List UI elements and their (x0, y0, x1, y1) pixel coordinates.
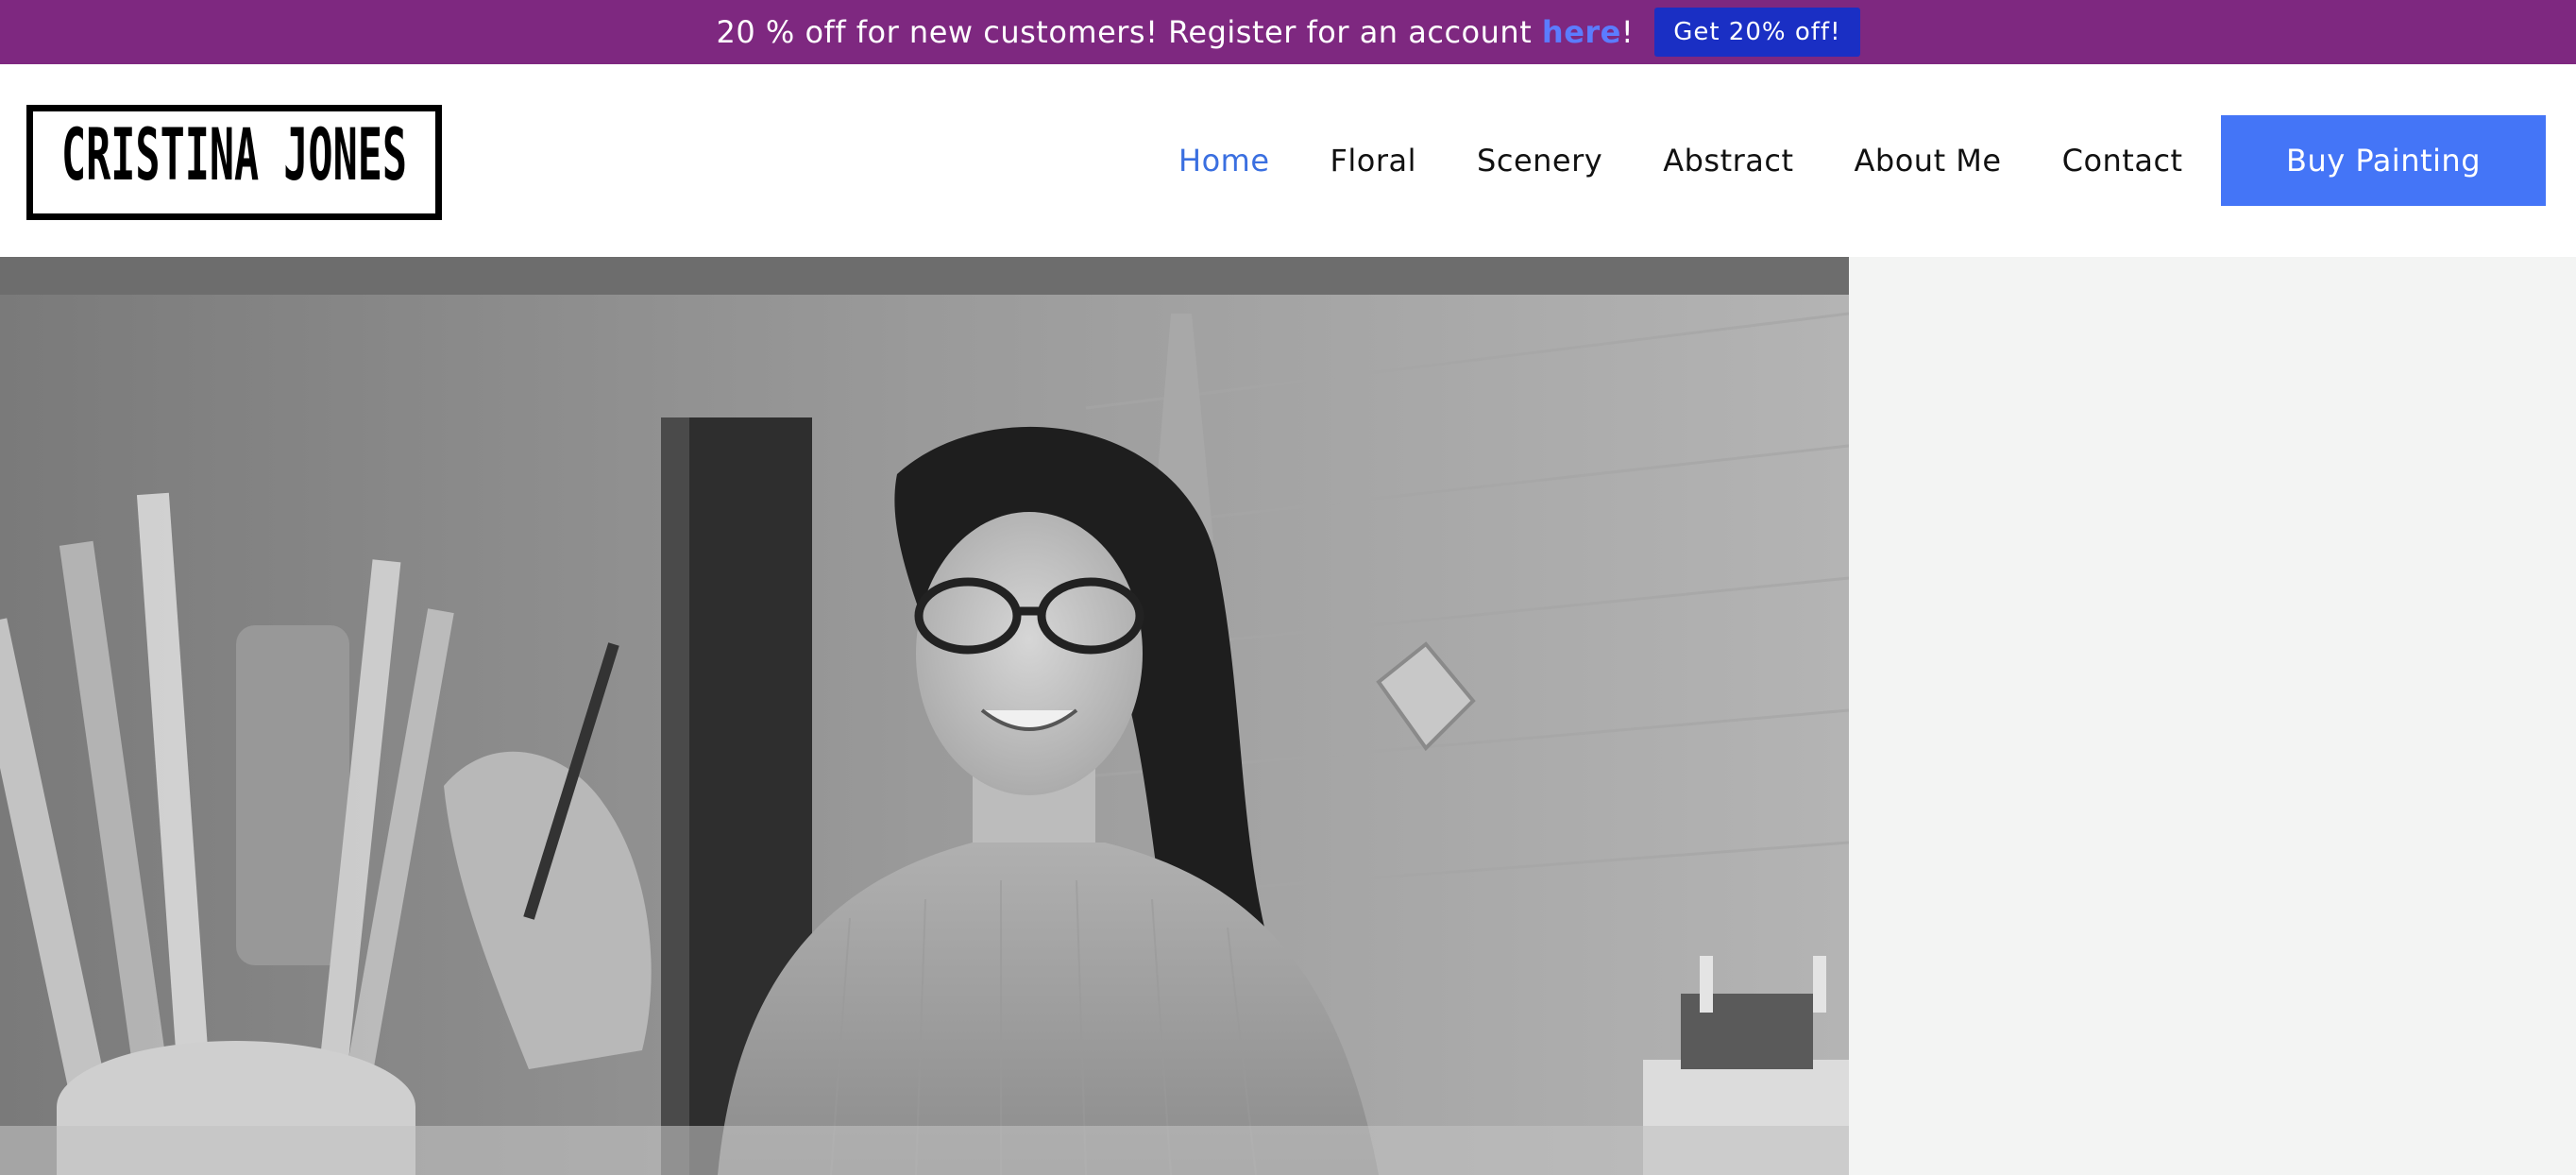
site-logo[interactable]: CRISTINA JONES (26, 105, 442, 220)
logo-text: CRISTINA JONES (61, 124, 407, 196)
promo-text: 20 % off for new customers! Register for… (716, 14, 1542, 50)
nav-floral[interactable]: Floral (1330, 143, 1417, 179)
nav-home[interactable]: Home (1178, 143, 1270, 179)
site-header: CRISTINA JONES Home Floral Scenery Abstr… (0, 64, 2576, 257)
promo-message: 20 % off for new customers! Register for… (717, 14, 1635, 50)
promo-suffix: ! (1620, 14, 1635, 50)
nav-about-me[interactable]: About Me (1855, 143, 2002, 179)
get-discount-button[interactable]: Get 20% off! (1654, 8, 1860, 57)
nav-contact[interactable]: Contact (2062, 143, 2183, 179)
artist-photo-icon (0, 257, 1849, 1175)
nav-abstract[interactable]: Abstract (1663, 143, 1793, 179)
register-link[interactable]: here (1542, 14, 1621, 50)
buy-painting-button[interactable]: Buy Painting (2221, 115, 2546, 206)
promo-bar: 20 % off for new customers! Register for… (0, 0, 2576, 64)
hero-side-panel (1849, 257, 2576, 1175)
main-nav: Home Floral Scenery Abstract About Me Co… (1178, 64, 2244, 257)
logo-wordmark-icon: CRISTINA JONES (61, 124, 407, 196)
hero-image (0, 257, 1849, 1175)
nav-scenery[interactable]: Scenery (1477, 143, 1602, 179)
